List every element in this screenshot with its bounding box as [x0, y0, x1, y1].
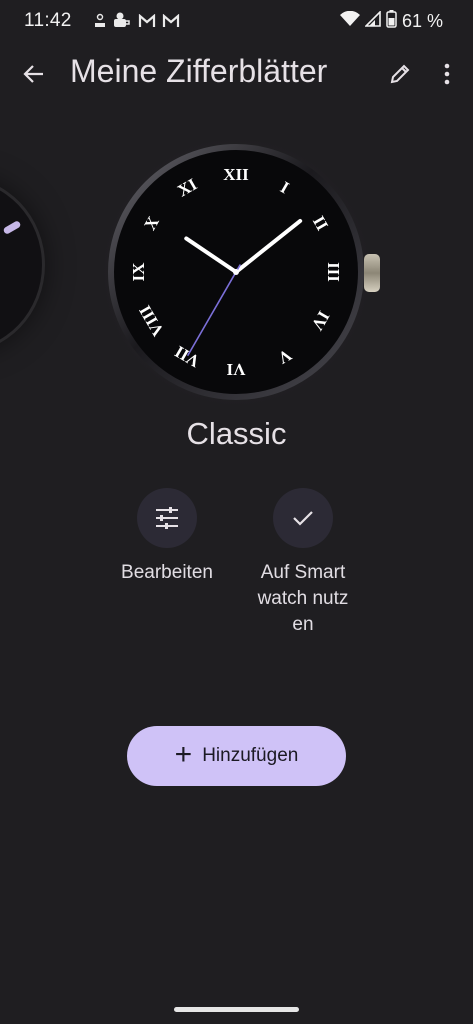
numeral-III: III: [324, 262, 343, 282]
app-bar: Meine Zifferblätter: [0, 48, 473, 100]
use-action-circle[interactable]: [273, 488, 333, 548]
more-options-button[interactable]: [432, 56, 462, 92]
numeral-IX: IX: [129, 262, 148, 282]
status-bar: 11:42 61 %: [0, 0, 473, 44]
screen: 11:42 61 % Meine Zifferblätter XII I II …: [0, 0, 473, 1024]
previous-watch-face[interactable]: [0, 180, 42, 350]
watch-face-preview[interactable]: XII I II III IV V VI VII VIII IX X XI: [98, 140, 398, 410]
use-on-watch-action[interactable]: Auf Smartwatch nutzen: [228, 488, 378, 638]
watch-face-svg: XIIIIIIIIIVVVIVIIVIIIIXXXI: [98, 140, 380, 410]
numeral-XII: XII: [223, 165, 249, 184]
battery-icon: [386, 10, 397, 33]
gmail-icon: [162, 13, 180, 33]
plus-icon: +: [174, 738, 193, 771]
person-badge-icon: [94, 13, 106, 34]
signal-icon: [364, 10, 381, 32]
pencil-icon: [390, 64, 410, 84]
prev-watch-hand: [2, 219, 22, 236]
gmail-icon: [138, 13, 156, 33]
battery-percent: 61 %: [401, 11, 443, 31]
edit-action-circle[interactable]: [137, 488, 197, 548]
notification-icons: [94, 12, 180, 35]
home-indicator[interactable]: [174, 1007, 299, 1012]
coffee-char-icon: [112, 12, 132, 35]
add-watch-face-button[interactable]: + Hinzufügen: [127, 726, 346, 786]
back-button[interactable]: [16, 56, 52, 92]
more-vert-icon: [444, 63, 450, 85]
status-right: 61 %: [339, 10, 443, 33]
check-icon: [293, 511, 313, 526]
watch-crown: [364, 254, 380, 292]
tune-icon: [156, 507, 178, 529]
wifi-icon: [339, 10, 360, 32]
edit-action-label: Bearbeiten: [121, 562, 213, 583]
edit-action[interactable]: Bearbeiten: [92, 488, 242, 586]
use-action-label: Auf Smartwatch nutzen: [257, 562, 349, 635]
add-button-label: Hinzufügen: [202, 745, 299, 766]
hands-center-pin: [233, 269, 239, 275]
numeral-VI: VI: [226, 360, 245, 379]
watch-face-name: Classic: [186, 416, 287, 451]
status-time: 11:42: [24, 10, 72, 31]
arrow-back-icon: [23, 65, 43, 83]
page-title: Meine Zifferblätter: [70, 53, 328, 89]
edit-button[interactable]: [384, 56, 416, 92]
